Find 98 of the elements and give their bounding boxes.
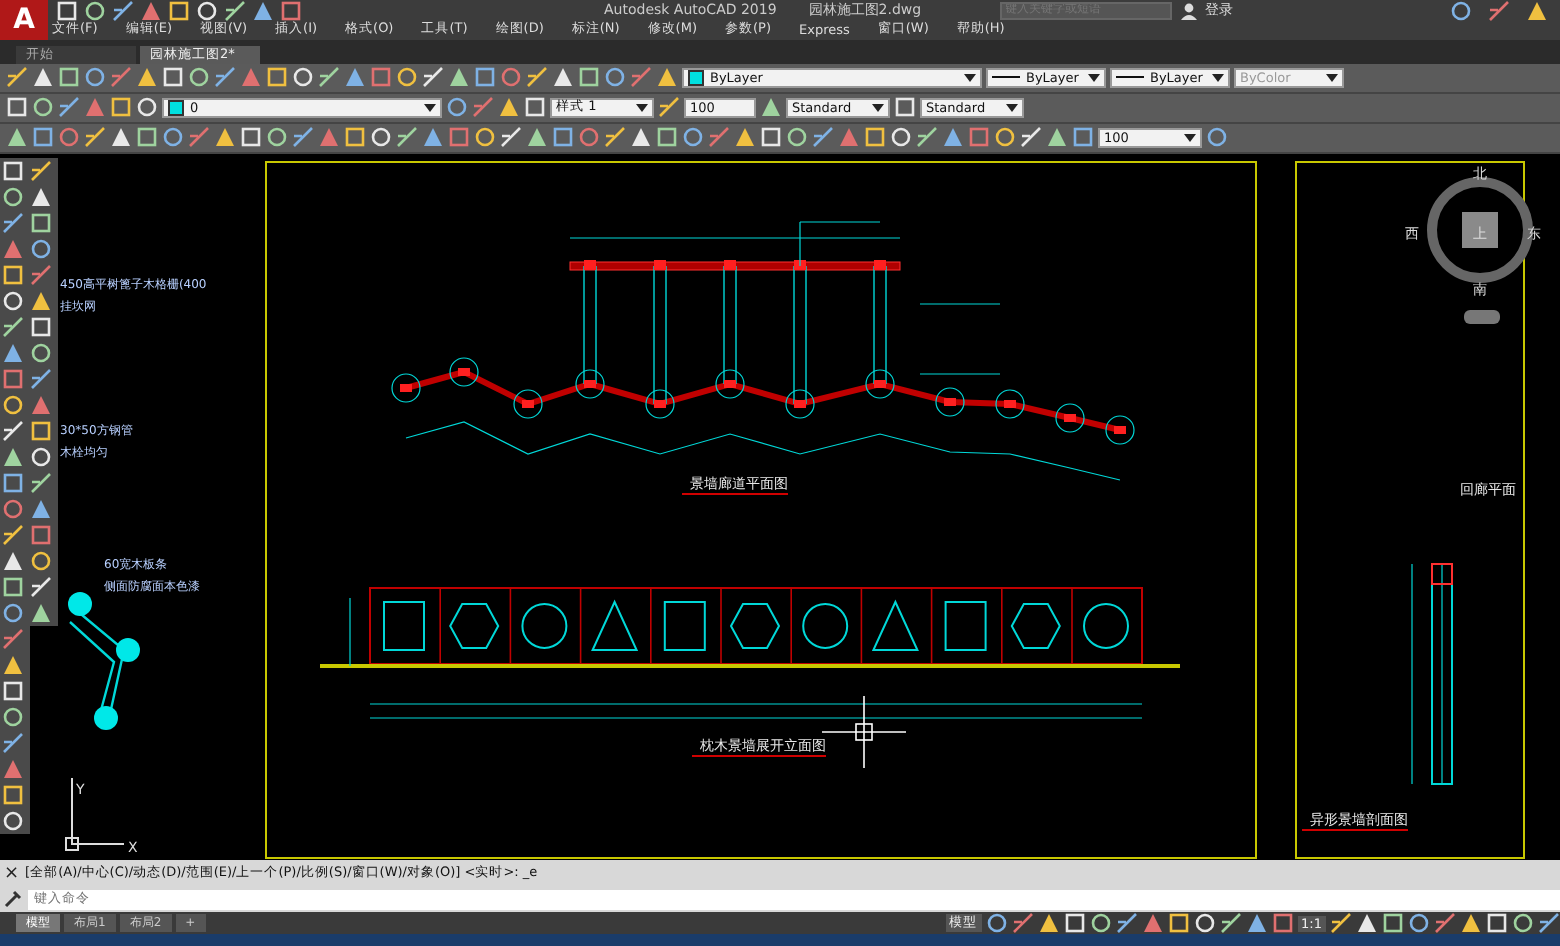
close-button[interactable]: ×	[4, 863, 20, 884]
tool-icon[interactable]	[84, 126, 106, 149]
tool-icon[interactable]	[2, 601, 24, 624]
tool-icon[interactable]	[32, 96, 54, 119]
tool-icon[interactable]	[136, 66, 158, 89]
line-sample-icon	[992, 76, 1020, 79]
tool-icon[interactable]	[266, 66, 288, 89]
tool-icon[interactable]	[2, 341, 24, 364]
caret-icon	[636, 103, 648, 112]
tool-icon[interactable]	[656, 66, 678, 89]
tool-icon[interactable]	[526, 66, 548, 89]
tool-icon[interactable]	[474, 126, 496, 149]
tool-icon[interactable]	[498, 96, 520, 119]
tool-icon[interactable]	[630, 126, 652, 149]
tool-icon[interactable]	[32, 66, 54, 89]
tool-icon[interactable]	[30, 159, 52, 182]
tool-icon[interactable]	[916, 126, 938, 149]
tool-icon[interactable]	[1408, 912, 1430, 935]
tool-icon[interactable]	[6, 126, 28, 149]
caret-icon	[1326, 73, 1338, 82]
swatch-icon	[688, 69, 704, 86]
tool-icon[interactable]	[30, 419, 52, 442]
tool-icon[interactable]	[2, 315, 24, 338]
tool-icon[interactable]	[2, 263, 24, 286]
tool-icon[interactable]	[84, 0, 106, 21]
tool-icon[interactable]	[344, 126, 366, 149]
tool-icon[interactable]	[110, 96, 132, 119]
tool-icon[interactable]	[2, 445, 24, 468]
tool-icon[interactable]	[224, 0, 246, 21]
tool-icon[interactable]	[1046, 126, 1068, 149]
tool-icon[interactable]	[994, 126, 1016, 149]
tool-icon[interactable]	[1167, 912, 1190, 935]
tool-icon[interactable]	[188, 66, 210, 89]
tool-icon[interactable]	[2, 393, 24, 416]
tool-icon[interactable]	[110, 126, 132, 149]
caret-icon	[964, 73, 976, 82]
tool-icon[interactable]	[1089, 912, 1112, 935]
caret-icon	[1184, 133, 1196, 142]
tool-icon[interactable]	[396, 66, 418, 89]
ucs-icon	[65, 776, 125, 851]
tool-icon[interactable]	[1538, 912, 1560, 935]
app-logo-button[interactable]: A	[0, 0, 48, 40]
tool-icon[interactable]	[604, 126, 626, 149]
tool-icon[interactable]	[760, 96, 782, 119]
tool-icon[interactable]	[396, 126, 418, 149]
tool-icon[interactable]	[6, 66, 28, 89]
caret-icon	[872, 103, 884, 112]
tool-icon[interactable]	[1356, 912, 1378, 935]
tool-icon[interactable]	[2, 731, 24, 754]
tool-icon[interactable]	[30, 471, 52, 494]
tool-icon[interactable]	[2, 549, 24, 572]
caret-icon	[1006, 103, 1018, 112]
tool-icon[interactable]	[526, 126, 548, 149]
wrench-icon	[4, 890, 22, 909]
tool-icon[interactable]	[1460, 912, 1482, 935]
tool-icon[interactable]	[985, 912, 1008, 935]
tool-icon[interactable]	[578, 66, 600, 89]
tool-icon[interactable]	[1115, 912, 1138, 935]
caret-icon	[1212, 73, 1224, 82]
caret-icon	[1088, 73, 1100, 82]
tool-icon[interactable]	[2, 783, 24, 806]
tool-icon[interactable]	[2, 185, 24, 208]
tool-icon[interactable]	[2, 575, 24, 598]
tool-icon[interactable]	[1512, 912, 1534, 935]
tool-icon[interactable]	[2, 211, 24, 234]
tool-icon[interactable]	[1382, 912, 1404, 935]
caret-icon	[424, 103, 436, 112]
tool-icon[interactable]	[266, 126, 288, 149]
tool-icon[interactable]	[734, 126, 756, 149]
crosshair-cursor	[821, 694, 907, 769]
tool-icon[interactable]	[658, 96, 680, 119]
tool-icon[interactable]	[864, 126, 886, 149]
tool-icon[interactable]	[552, 66, 574, 89]
tool-icon[interactable]	[30, 341, 52, 364]
tool-icon[interactable]	[786, 126, 808, 149]
tool-icon[interactable]	[656, 126, 678, 149]
wall-detail-drawing	[68, 591, 140, 730]
tool-icon[interactable]	[1219, 912, 1242, 935]
tool-icon[interactable]	[1450, 0, 1472, 21]
tool-icon[interactable]	[112, 0, 134, 21]
tool-icon[interactable]	[136, 126, 158, 149]
tool-icon[interactable]	[448, 66, 470, 89]
tool-icon[interactable]	[214, 126, 236, 149]
tool-icon[interactable]	[168, 0, 190, 21]
tool-icon[interactable]	[30, 237, 52, 260]
user-icon	[1179, 1, 1198, 19]
line-sample-icon	[1116, 76, 1144, 79]
tool-icon[interactable]	[30, 211, 52, 234]
tool-icon[interactable]	[2, 523, 24, 546]
tool-icon[interactable]	[30, 549, 52, 572]
tool-icon[interactable]	[2, 705, 24, 728]
tool-icon[interactable]	[2, 653, 24, 676]
tool-icon[interactable]	[1330, 912, 1352, 935]
swatch-icon	[168, 99, 184, 116]
tool-icon[interactable]	[318, 66, 340, 89]
tool-icon[interactable]	[30, 367, 52, 390]
tool-icon[interactable]	[58, 66, 80, 89]
tool-icon[interactable]	[2, 471, 24, 494]
